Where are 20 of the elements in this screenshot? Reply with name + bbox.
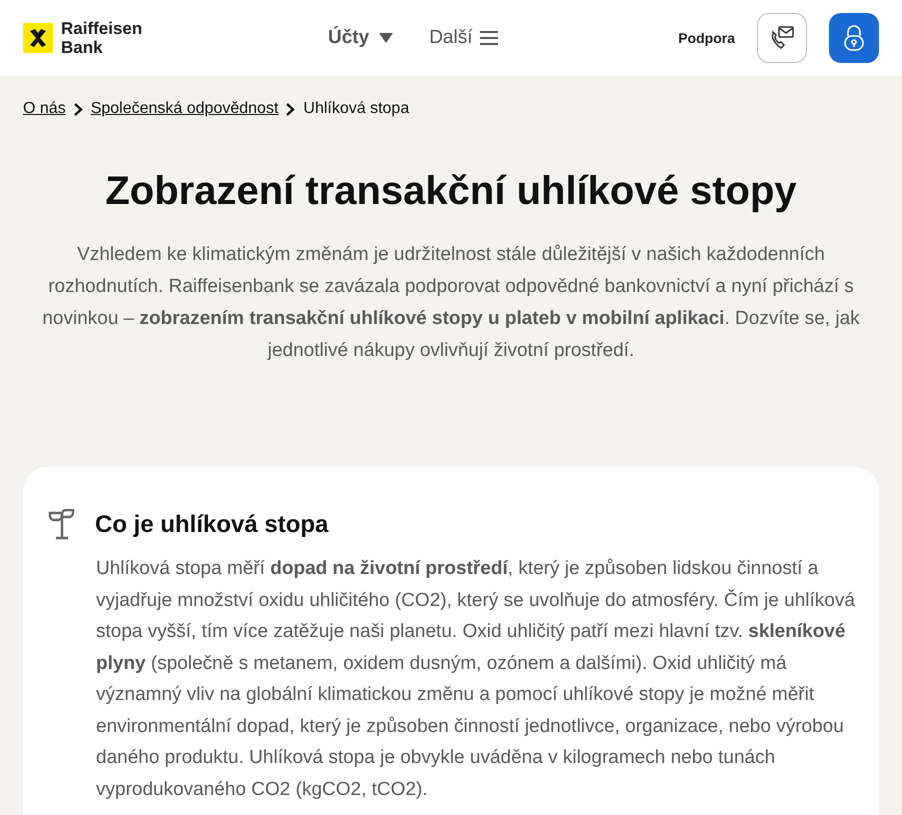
login-button[interactable] (829, 13, 879, 63)
chevron-icon (286, 102, 296, 116)
support-link[interactable]: Podpora (678, 28, 735, 48)
contact-button[interactable] (757, 13, 807, 63)
menu-icon (480, 31, 498, 45)
caret-icon (379, 33, 394, 43)
page-title: Zobrazení transakční uhlíkové stopy (104, 168, 798, 215)
nav-menu-button[interactable]: Další (429, 24, 498, 52)
breadcrumb-link[interactable]: O nás (23, 97, 66, 121)
breadcrumb-link[interactable]: Společenská odpovědnost (90, 97, 278, 121)
nav-dropdown[interactable]: Účty (328, 24, 394, 52)
logo-icon (23, 23, 53, 53)
card-paragraph: Uhlíková stopa měří dopad na životní prostředí, který je způsoben lidskou činností a vyjadřuje množství oxidu uhličitého (CO2), který se uvolňuje do atmosféry. Čím je uhlíková stopa vyšší, tím více zatěžuje naši planetu. Oxid uhličitý patří mezi hlavní tzv. skleníkové plyny (společně s metanem, oxidem dusným, ozónem a dalšími). Oxid uhličitý má významný vliv na globální klimatickou změnu a pomocí uhlíkové stopy je možné měřit environmentální dopad, který je způsoben činností jednotlivce, organizace, nebo výrobou daného produktu. Uhlíková stopa je obvykle uváděna v kilogramech nebo tunách vyprodukovaného CO2 (kgCO2, tCO2). (96, 557, 856, 802)
lock-icon (842, 24, 866, 52)
intro-paragraph: Vzhledem ke klimatickým změnám je udržitelnost stále důležitější v našich každodenních rozhodnutích. Raiffeisenbank se zavázala podporovat odpovědné bankovnictví a nyní přichází s novinkou – zobrazením transakční uhlíkové stopy u plateb v mobilní aplikaci. Dozvíte se, jak jednotlivé nákupy ovlivňují životní prostředí. (41, 243, 861, 363)
logo-text: Raiffeisen (61, 19, 142, 38)
breadcrumb-current: Uhlíková stopa (303, 99, 410, 119)
card-heading: Co je uhlíková stopa (95, 510, 328, 540)
chevron-icon (74, 102, 83, 116)
logo-text: Bank (61, 38, 104, 57)
